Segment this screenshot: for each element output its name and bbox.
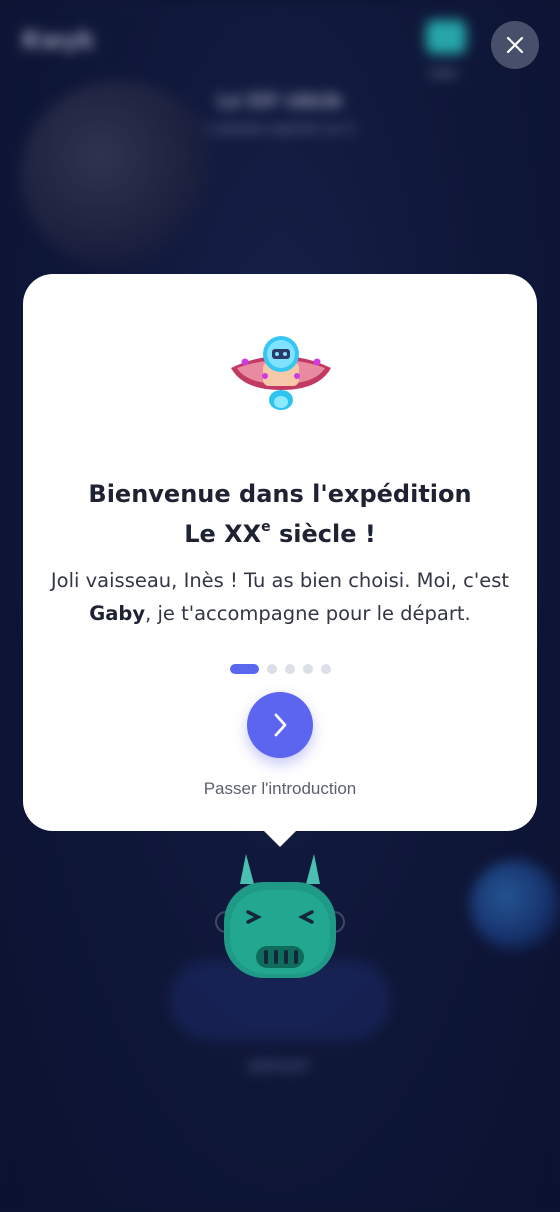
message-part2: , je t'accompagne pour le départ.	[145, 602, 471, 625]
step-dot	[266, 664, 277, 674]
title-line2-suffix: siècle !	[270, 520, 376, 548]
video-label: Vidéo	[428, 66, 459, 80]
modal-message: Joli vaisseau, Inès ! Tu as bien choisi.…	[43, 564, 517, 630]
modal-title-line1: Bienvenue dans l'expédition	[88, 480, 472, 508]
step-dot	[320, 664, 331, 674]
modal-title: Bienvenue dans l'expédition Le XXe siècl…	[23, 477, 537, 552]
expedition-subtitle: 1 planète explorée sur 5	[204, 120, 356, 136]
mascot-name: Gaby	[89, 602, 146, 625]
spaceship-icon	[231, 336, 331, 410]
modal-title-line2: Le XXe siècle !	[23, 512, 537, 552]
title-line2-prefix: Le XX	[184, 520, 262, 548]
speech-bubble-tail	[263, 830, 297, 847]
earth-planet-icon	[470, 860, 560, 950]
robot-mascot-icon	[215, 854, 345, 978]
close-button[interactable]	[491, 21, 539, 69]
message-part1: Joli vaisseau, Inès ! Tu as bien choisi.…	[50, 569, 510, 592]
video-icon	[426, 20, 466, 54]
close-icon	[506, 36, 524, 54]
step-dot	[284, 664, 295, 674]
skip-intro-link[interactable]: Passer l'introduction	[23, 779, 537, 799]
title-line2-superscript: e	[261, 519, 271, 535]
welcome-modal: Bienvenue dans l'expédition Le XXe siècl…	[23, 274, 537, 831]
app-logo: Kwyk	[22, 26, 95, 54]
step-indicator	[23, 664, 537, 674]
depart-label: DÉPART	[248, 1058, 312, 1074]
next-button[interactable]	[247, 692, 313, 758]
step-dot	[302, 664, 313, 674]
step-dot-active	[229, 664, 259, 674]
expedition-title: Le XXᵉ siècle	[217, 90, 343, 112]
chevron-right-icon	[274, 713, 287, 737]
